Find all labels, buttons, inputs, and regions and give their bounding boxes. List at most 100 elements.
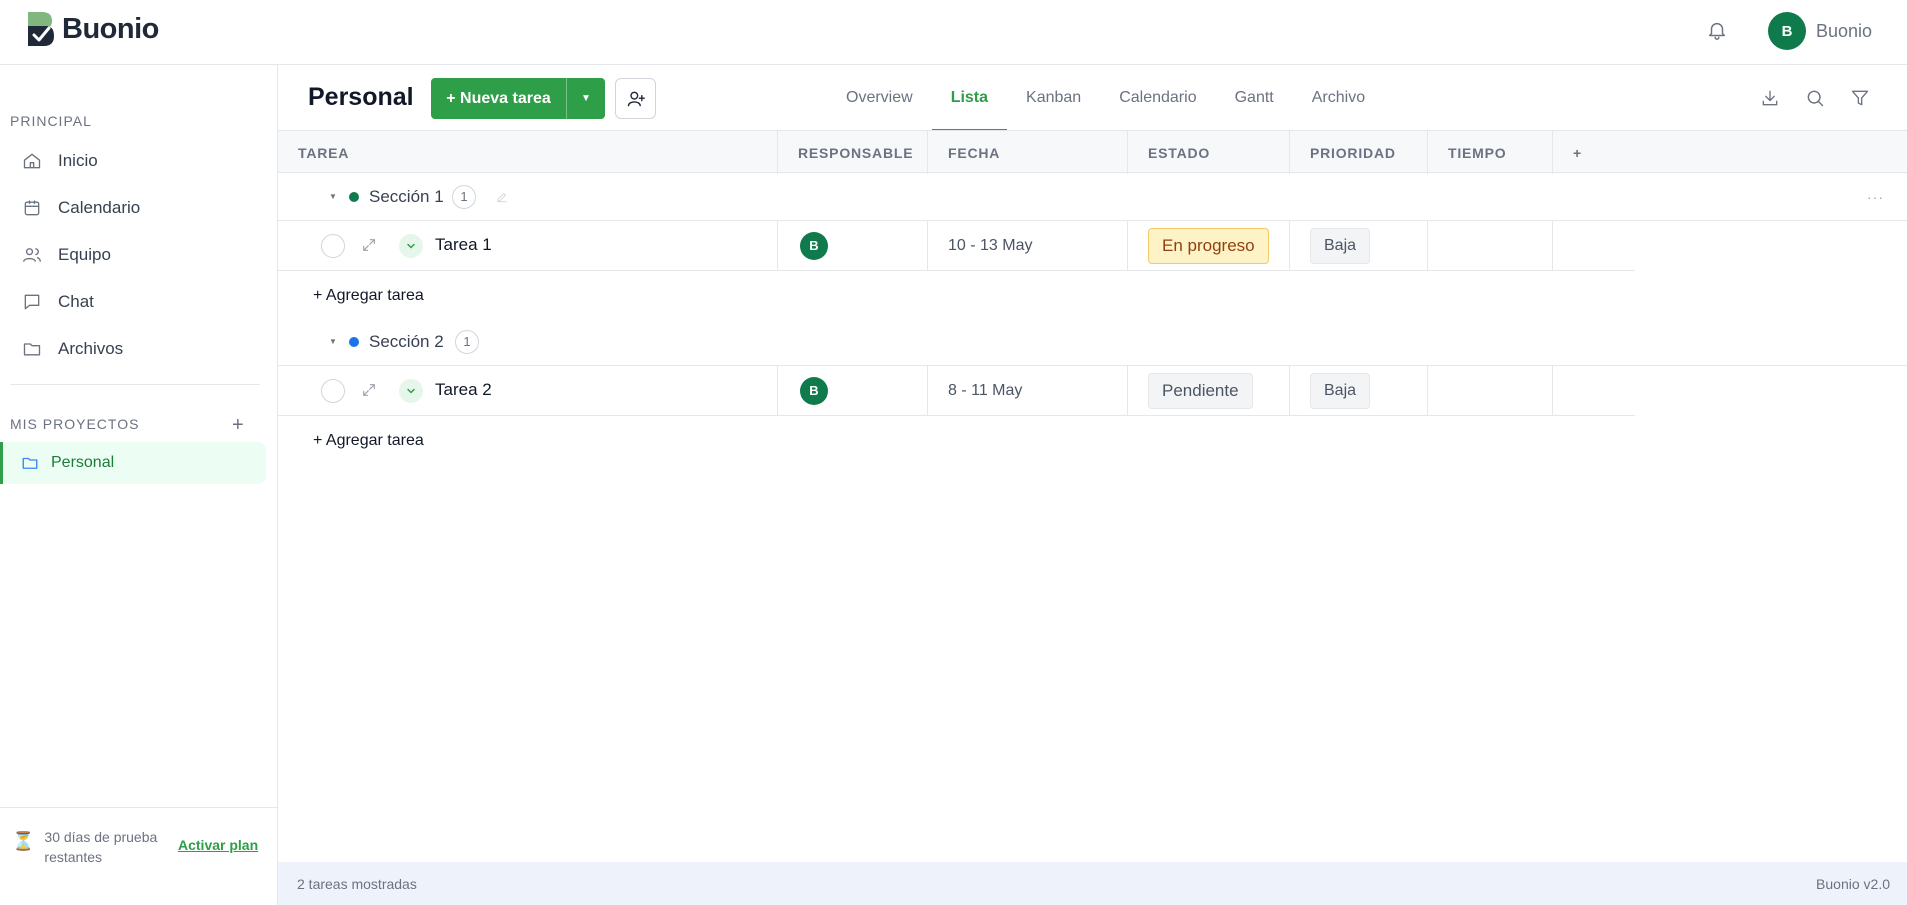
add-task-button[interactable]: + Agregar tarea <box>313 287 424 305</box>
section-header: ▼ Sección 2 1 <box>278 318 1907 366</box>
table-header: TAREA RESPONSABLE FECHA ESTADO PRIORIDAD… <box>278 130 1907 174</box>
version-text: Buonio v2.0 <box>1816 876 1890 892</box>
project-item-personal[interactable]: Personal <box>0 442 266 484</box>
view-tabs: Overview Lista Kanban Calendario Gantt A… <box>827 65 1384 131</box>
task-cell: Tarea 1 <box>278 221 778 270</box>
priority-badge: Baja <box>1310 372 1371 409</box>
status-bar: 2 tareas mostradas Buonio v2.0 <box>278 862 1907 905</box>
task-date: 8 - 11 May <box>948 381 1023 399</box>
add-project-button[interactable]: + <box>232 414 244 437</box>
invite-member-button[interactable] <box>615 78 656 119</box>
main-content: Personal + Nueva tarea ▼ Overview Lista … <box>278 65 1907 905</box>
calendar-icon <box>24 200 40 216</box>
top-bar: Buonio B Buonio <box>0 0 1907 65</box>
date-cell[interactable]: 8 - 11 May <box>928 366 1128 415</box>
date-cell[interactable]: 10 - 13 May <box>928 221 1128 270</box>
table-row[interactable]: Tarea 1 B 10 - 13 May En progreso Baja <box>278 221 1635 271</box>
task-name[interactable]: Tarea 2 <box>435 380 492 400</box>
assignee-cell[interactable]: B <box>778 366 928 415</box>
sidebar-item-archivos[interactable]: Archivos <box>22 329 262 369</box>
sidebar-item-inicio[interactable]: Inicio <box>22 141 262 181</box>
subtasks-toggle-button[interactable] <box>399 379 423 403</box>
collapse-caret-icon[interactable]: ▼ <box>329 192 337 201</box>
priority-cell[interactable]: Baja <box>1290 221 1428 270</box>
sidebar-item-label: Inicio <box>58 151 98 170</box>
task-date: 10 - 13 May <box>948 236 1033 254</box>
sidebar-item-label: Calendario <box>58 198 141 217</box>
section-count-badge: 1 <box>455 329 479 354</box>
complete-task-checkbox[interactable] <box>321 379 345 403</box>
user-plus-icon <box>627 91 645 106</box>
priority-cell[interactable]: Baja <box>1290 366 1428 415</box>
add-column-button[interactable]: + <box>1553 131 1633 174</box>
section-color-dot <box>349 191 359 202</box>
status-badge: En progreso <box>1148 227 1269 264</box>
app-logo[interactable]: Buonio <box>26 10 159 48</box>
sidebar-item-calendario[interactable]: Calendario <box>22 188 262 228</box>
column-header-fecha[interactable]: FECHA <box>928 131 1128 174</box>
sidebar-item-chat[interactable]: Chat <box>22 282 262 322</box>
tab-kanban[interactable]: Kanban <box>1007 65 1100 130</box>
new-task-button-group: + Nueva tarea ▼ <box>431 78 605 119</box>
extra-cell <box>1553 221 1635 270</box>
new-task-button[interactable]: + Nueva tarea <box>431 78 567 119</box>
new-task-dropdown-button[interactable]: ▼ <box>567 78 605 119</box>
trial-text: 30 días de prueba restantes <box>44 829 158 865</box>
user-name: Buonio <box>1816 20 1873 41</box>
column-header-responsable[interactable]: RESPONSABLE <box>778 131 928 174</box>
time-cell[interactable] <box>1428 221 1553 270</box>
sidebar-item-label: Archivos <box>58 339 124 358</box>
tab-gantt[interactable]: Gantt <box>1216 65 1293 130</box>
section-name[interactable]: Sección 2 <box>369 332 444 352</box>
extra-cell <box>1553 366 1635 415</box>
subtasks-toggle-button[interactable] <box>399 234 423 258</box>
trial-panel: ⏳ 30 días de prueba restantes Activar pl… <box>0 807 278 905</box>
section-color-dot <box>349 336 359 347</box>
folder-icon <box>22 457 38 469</box>
chevron-down-icon <box>407 388 415 394</box>
logo-text: Buonio <box>62 12 159 45</box>
edit-icon[interactable] <box>495 190 509 204</box>
section-header: ▼ Sección 1 1 ··· <box>278 173 1907 221</box>
task-cell: Tarea 2 <box>278 366 778 415</box>
search-icon[interactable] <box>1802 85 1828 111</box>
section-count-badge: 1 <box>452 184 476 209</box>
download-icon[interactable] <box>1757 85 1783 111</box>
assignee-cell[interactable]: B <box>778 221 928 270</box>
user-menu[interactable]: B Buonio <box>1768 12 1872 50</box>
activate-plan-link[interactable]: Activar plan <box>178 837 258 853</box>
table-row[interactable]: Tarea 2 B 8 - 11 May Pendiente Baja <box>278 366 1635 416</box>
tab-lista[interactable]: Lista <box>931 65 1008 131</box>
expand-icon[interactable] <box>361 237 377 253</box>
column-header-prioridad[interactable]: PRIORIDAD <box>1290 131 1428 174</box>
tab-calendario[interactable]: Calendario <box>1100 65 1215 130</box>
filter-icon[interactable] <box>1847 85 1873 111</box>
logo-icon <box>28 12 54 46</box>
expand-icon[interactable] <box>361 382 377 398</box>
sidebar-item-label: Chat <box>58 292 94 311</box>
sidebar-item-equipo[interactable]: Equipo <box>22 235 262 275</box>
more-options-icon[interactable]: ··· <box>1867 189 1884 205</box>
avatar: B <box>800 231 828 260</box>
column-header-tiempo[interactable]: TIEMPO <box>1428 131 1553 174</box>
hourglass-icon: ⏳ <box>12 831 35 851</box>
add-task-button[interactable]: + Agregar tarea <box>313 432 424 450</box>
notifications-bell-icon[interactable] <box>1704 17 1730 43</box>
folder-icon <box>23 343 41 356</box>
status-cell[interactable]: Pendiente <box>1128 366 1290 415</box>
status-cell[interactable]: En progreso <box>1128 221 1290 270</box>
status-badge: Pendiente <box>1148 372 1253 409</box>
complete-task-checkbox[interactable] <box>321 234 345 258</box>
users-icon <box>23 248 41 262</box>
collapse-caret-icon[interactable]: ▼ <box>329 337 337 346</box>
section-name[interactable]: Sección 1 <box>369 187 444 207</box>
sidebar-section-main: PRINCIPAL <box>10 113 92 129</box>
column-header-tarea[interactable]: TAREA <box>278 131 778 174</box>
column-header-estado[interactable]: ESTADO <box>1128 131 1290 174</box>
priority-badge: Baja <box>1310 227 1371 264</box>
time-cell[interactable] <box>1428 366 1553 415</box>
tab-archivo[interactable]: Archivo <box>1293 65 1384 130</box>
task-name[interactable]: Tarea 1 <box>435 235 492 255</box>
task-count-text: 2 tareas mostradas <box>297 876 417 892</box>
tab-overview[interactable]: Overview <box>827 65 932 130</box>
